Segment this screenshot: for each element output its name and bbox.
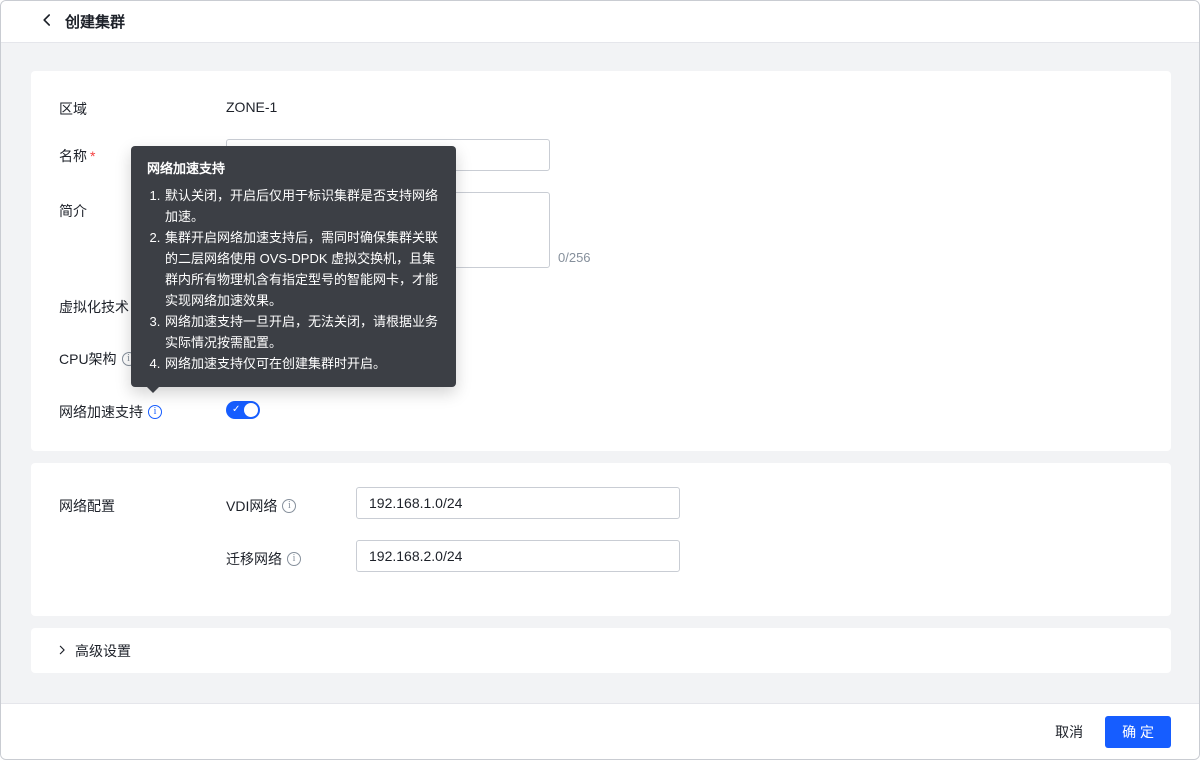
chevron-left-icon: [39, 12, 55, 31]
virtualization-label: 虚拟化技术: [59, 297, 129, 317]
net-accel-tooltip: 网络加速支持 默认关闭，开启后仅用于标识集群是否支持网络加速。 集群开启网络加速…: [131, 146, 456, 387]
net-accel-label: 网络加速支持: [59, 402, 143, 422]
cpu-arch-label: CPU架构: [59, 349, 117, 369]
migration-network-row: 迁移网络 i: [226, 549, 301, 569]
page-title: 创建集群: [65, 11, 125, 32]
cancel-button[interactable]: 取消: [1041, 716, 1097, 748]
info-icon-active[interactable]: i: [148, 405, 162, 419]
vdi-network-label: VDI网络: [226, 496, 277, 516]
advanced-settings-label: 高级设置: [75, 641, 131, 661]
name-label: 名称*: [59, 146, 95, 166]
tooltip-item: 默认关闭，开启后仅用于标识集群是否支持网络加速。: [164, 185, 440, 227]
network-section-label: 网络配置: [59, 496, 115, 516]
net-accel-toggle[interactable]: ✓: [226, 401, 260, 419]
tooltip-item: 网络加速支持仅可在创建集群时开启。: [164, 353, 440, 374]
check-icon: ✓: [232, 403, 240, 417]
net-accel-row: 网络加速支持 i: [59, 402, 162, 422]
info-icon[interactable]: i: [287, 552, 301, 566]
tooltip-list: 默认关闭，开启后仅用于标识集群是否支持网络加速。 集群开启网络加速支持后，需同时…: [147, 185, 440, 374]
tooltip-title: 网络加速支持: [147, 158, 440, 179]
char-counter: 0/256: [558, 250, 591, 265]
migration-network-label: 迁移网络: [226, 549, 282, 569]
page-header: 创建集群: [1, 1, 1199, 43]
chevron-right-icon: [56, 643, 68, 659]
description-label: 简介: [59, 201, 87, 221]
migration-network-input[interactable]: [356, 540, 680, 572]
zone-value: ZONE-1: [226, 99, 277, 115]
network-config-card: 网络配置 VDI网络 i 迁移网络 i: [31, 463, 1171, 616]
advanced-settings-toggle[interactable]: 高级设置: [31, 628, 1171, 673]
info-icon[interactable]: i: [282, 499, 296, 513]
confirm-button[interactable]: 确 定: [1105, 716, 1171, 748]
tooltip-arrow: [147, 387, 159, 393]
footer-bar: 取消 确 定: [1, 703, 1199, 759]
vdi-network-input[interactable]: [356, 487, 680, 519]
cpu-arch-row: CPU架构 i: [59, 349, 136, 369]
required-asterisk: *: [90, 148, 95, 164]
zone-label: 区域: [59, 99, 87, 119]
tooltip-item: 集群开启网络加速支持后，需同时确保集群关联的二层网络使用 OVS-DPDK 虚拟…: [164, 227, 440, 311]
tooltip-item: 网络加速支持一旦开启，无法关闭，请根据业务实际情况按需配置。: [164, 311, 440, 353]
create-cluster-page: 创建集群 区域 ZONE-1 名称* 简介 0/256 虚拟化技术 CPU架构 …: [0, 0, 1200, 760]
back-button[interactable]: [39, 12, 55, 31]
vdi-network-row: VDI网络 i: [226, 496, 296, 516]
toggle-knob: [244, 403, 258, 417]
